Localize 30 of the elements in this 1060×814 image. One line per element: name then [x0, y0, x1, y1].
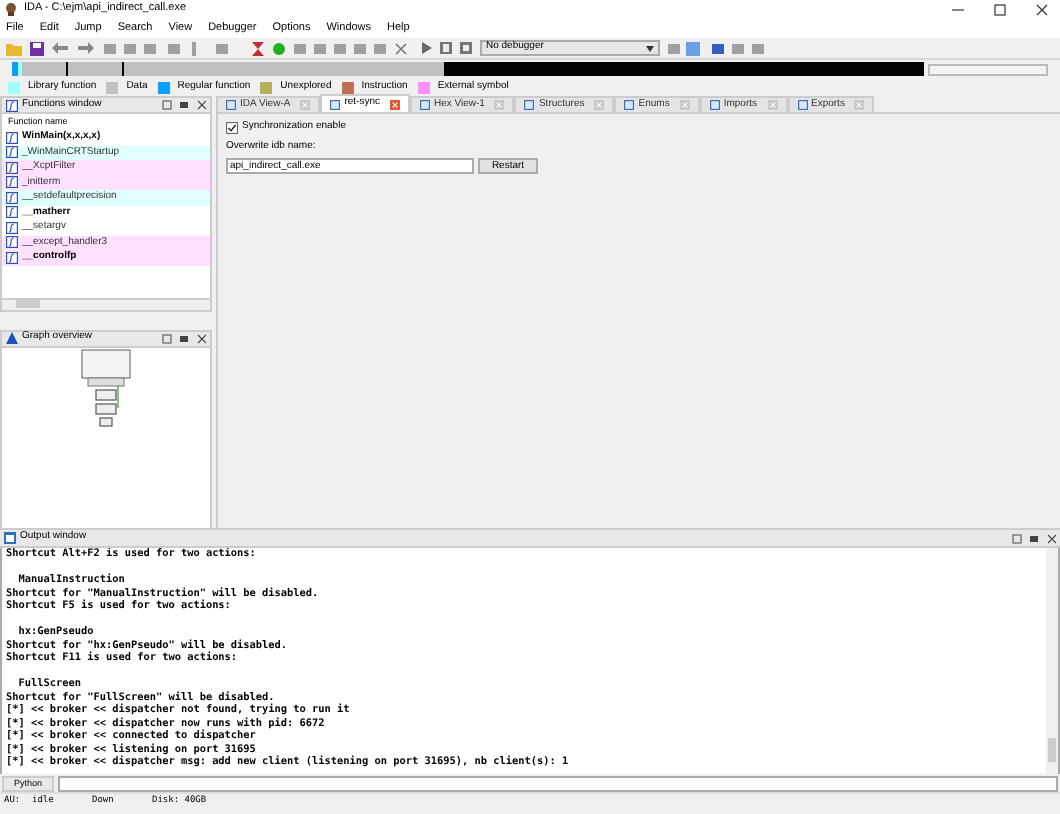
- panel-controls-icon[interactable]: [162, 100, 206, 110]
- minimize-icon[interactable]: [952, 3, 964, 15]
- segment-dropdown[interactable]: [928, 63, 1048, 75]
- tab-icon: [330, 99, 341, 109]
- panel-controls-icon[interactable]: [162, 333, 206, 343]
- maximize-icon[interactable]: [994, 3, 1006, 15]
- command-input[interactable]: [58, 775, 1058, 791]
- tab-icon: [624, 100, 635, 110]
- panel-controls-icon[interactable]: [1012, 533, 1056, 543]
- save-icon[interactable]: [30, 41, 44, 55]
- forward-arrow-icon[interactable]: [78, 42, 96, 54]
- back-arrow-icon[interactable]: [52, 42, 70, 54]
- close-icon[interactable]: [1036, 3, 1048, 15]
- play-icon[interactable]: [422, 42, 432, 54]
- pause-icon[interactable]: [440, 42, 452, 54]
- stop-icon[interactable]: [460, 42, 472, 54]
- hourglass-icon[interactable]: [252, 41, 264, 55]
- vertical-scrollbar[interactable]: [1046, 548, 1058, 774]
- app-icon: [4, 2, 18, 16]
- checkbox[interactable]: [226, 121, 238, 134]
- tab-icon: [524, 100, 535, 110]
- tab-icon: [709, 100, 720, 110]
- output-icon: [4, 532, 16, 544]
- navigation-band[interactable]: [12, 62, 924, 76]
- tab-icon: [797, 100, 807, 110]
- tab-icon: [419, 100, 430, 110]
- toolbar-icons-drawing[interactable]: [668, 41, 768, 55]
- tab-icon: [226, 100, 236, 110]
- circle-icon[interactable]: [272, 41, 286, 55]
- caret-icon: [646, 45, 654, 51]
